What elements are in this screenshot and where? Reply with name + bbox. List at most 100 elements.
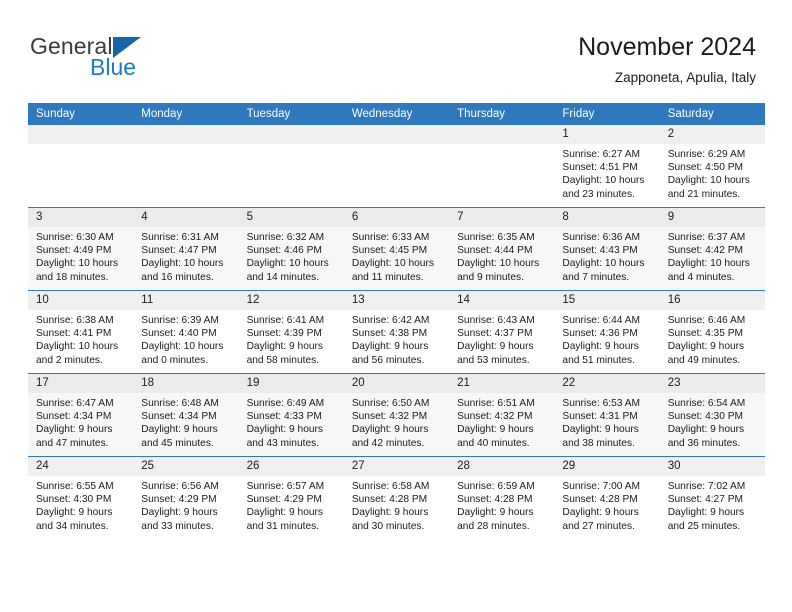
day-detail-line: Sunset: 4:41 PM (36, 328, 112, 340)
day-detail-line: Sunset: 4:39 PM (246, 328, 322, 340)
day-number: 29 (554, 457, 660, 476)
day-detail-line: and 51 minutes. (562, 354, 635, 366)
calendar-day-cell[interactable]: 26 Sunrise: 6:57 AM Sunset: 4:29 PM Dayligh… (238, 456, 344, 539)
day-details: Sunrise: 6:29 AM Sunset: 4:50 PM Daylight:… (660, 144, 765, 201)
calendar-day-cell[interactable]: 6 Sunrise: 6:33 AM Sunset: 4:45 PM Daylight… (343, 207, 450, 291)
calendar-day-cell[interactable]: 1 Sunrise: 6:27 AM Sunset: 4:51 PM Daylight… (554, 124, 660, 208)
weekday-header-friday: Friday (554, 103, 660, 125)
calendar-day-cell[interactable]: 16 Sunrise: 6:46 AM Sunset: 4:35 PM Dayligh… (659, 290, 765, 374)
day-detail-line: Daylight: 9 hours (562, 341, 639, 353)
day-detail-line: and 34 minutes. (36, 520, 109, 532)
day-detail-line: Sunset: 4:31 PM (562, 411, 638, 423)
day-detail-line: Daylight: 9 hours (351, 424, 429, 436)
brand-logo[interactable]: General Blue (30, 34, 210, 84)
calendar-day-cell[interactable]: 23 Sunrise: 6:54 AM Sunset: 4:30 PM Dayligh… (659, 373, 765, 457)
calendar-day-cell[interactable]: 7 Sunrise: 6:35 AM Sunset: 4:44 PM Daylight… (449, 207, 555, 291)
day-number (343, 125, 450, 144)
day-number: 11 (133, 291, 239, 310)
day-detail-line: and 47 minutes. (36, 437, 109, 449)
calendar-day-cell[interactable]: 11 Sunrise: 6:39 AM Sunset: 4:40 PM Dayligh… (133, 290, 239, 374)
day-detail-line: and 36 minutes. (667, 437, 741, 449)
day-detail-line: Sunset: 4:34 PM (36, 411, 112, 423)
day-detail-line: Sunrise: 6:47 AM (36, 398, 114, 409)
calendar-day-cell[interactable]: 4 Sunrise: 6:31 AM Sunset: 4:47 PM Daylight… (133, 207, 239, 291)
day-details: Sunrise: 6:43 AM Sunset: 4:37 PM Daylight:… (449, 310, 554, 367)
day-details: Sunrise: 6:50 AM Sunset: 4:32 PM Daylight:… (344, 393, 449, 450)
day-detail-line: Daylight: 10 hours (457, 258, 540, 270)
day-detail-line: Sunrise: 7:00 AM (562, 481, 640, 492)
calendar-day-cell[interactable]: 18 Sunrise: 6:48 AM Sunset: 4:34 PM Dayligh… (133, 373, 239, 457)
day-number (28, 125, 134, 144)
day-detail-line: Sunrise: 6:35 AM (457, 232, 535, 243)
calendar-day-cell[interactable]: 27 Sunrise: 6:58 AM Sunset: 4:28 PM Dayligh… (343, 456, 450, 539)
title-block: November 2024 Zapponeta, Apulia, Italy (578, 32, 756, 87)
day-detail-line: Sunset: 4:32 PM (351, 411, 428, 423)
day-number: 8 (554, 208, 660, 227)
day-detail-line: Daylight: 9 hours (141, 424, 218, 436)
day-number: 26 (238, 457, 344, 476)
day-detail-line: Daylight: 9 hours (457, 341, 534, 353)
calendar-day-cell[interactable]: 13 Sunrise: 6:42 AM Sunset: 4:38 PM Dayligh… (343, 290, 450, 374)
calendar-day-cell[interactable]: 8 Sunrise: 6:36 AM Sunset: 4:43 PM Daylight… (554, 207, 660, 291)
day-detail-line: Sunset: 4:42 PM (667, 245, 744, 257)
day-detail-line: Sunrise: 6:41 AM (246, 315, 325, 326)
calendar-day-cell[interactable]: 30 Sunrise: 7:02 AM Sunset: 4:27 PM Dayligh… (659, 456, 765, 539)
day-detail-line: Sunset: 4:34 PM (141, 411, 217, 423)
calendar-day-cell[interactable]: 20 Sunrise: 6:50 AM Sunset: 4:32 PM Dayligh… (343, 373, 450, 457)
day-number: 3 (28, 208, 134, 227)
calendar-day-cell[interactable]: 28 Sunrise: 6:59 AM Sunset: 4:28 PM Dayligh… (449, 456, 555, 539)
day-detail-line: Daylight: 9 hours (667, 424, 745, 436)
day-details: Sunrise: 6:55 AM Sunset: 4:30 PM Daylight:… (28, 476, 133, 533)
day-details: Sunrise: 6:51 AM Sunset: 4:32 PM Daylight:… (449, 393, 554, 450)
day-number: 9 (659, 208, 765, 227)
day-detail-line: Sunset: 4:49 PM (36, 245, 112, 257)
day-detail-line: Sunset: 4:51 PM (562, 162, 638, 174)
day-details: Sunrise: 7:02 AM Sunset: 4:27 PM Daylight:… (660, 476, 765, 533)
calendar-day-cell[interactable]: 17 Sunrise: 6:47 AM Sunset: 4:34 PM Dayligh… (28, 373, 134, 457)
day-detail-line: Sunrise: 6:57 AM (246, 481, 325, 492)
calendar-day-cell[interactable]: 5 Sunrise: 6:32 AM Sunset: 4:46 PM Daylight… (238, 207, 344, 291)
calendar-day-cell[interactable]: 9 Sunrise: 6:37 AM Sunset: 4:42 PM Daylight… (659, 207, 765, 291)
day-number: 13 (343, 291, 450, 310)
day-detail-line: and 30 minutes. (351, 520, 425, 532)
calendar-day-cell[interactable]: 2 Sunrise: 6:29 AM Sunset: 4:50 PM Daylight… (659, 124, 765, 208)
day-detail-line: Daylight: 10 hours (667, 258, 750, 270)
day-details: Sunrise: 6:54 AM Sunset: 4:30 PM Daylight:… (660, 393, 765, 450)
page-header: General Blue November 2024 Zapponeta, Ap… (0, 0, 792, 96)
calendar-day-cell[interactable]: 10 Sunrise: 6:38 AM Sunset: 4:41 PM Dayligh… (28, 290, 134, 374)
day-detail-line: Sunset: 4:30 PM (36, 494, 112, 506)
weekday-header-sunday: Sunday (28, 103, 134, 125)
day-detail-line: Sunset: 4:50 PM (667, 162, 744, 174)
calendar-day-cell[interactable]: 24 Sunrise: 6:55 AM Sunset: 4:30 PM Dayligh… (28, 456, 134, 539)
calendar-day-cell[interactable]: 29 Sunrise: 7:00 AM Sunset: 4:28 PM Dayligh… (554, 456, 660, 539)
day-number: 16 (659, 291, 765, 310)
day-detail-line: Sunset: 4:43 PM (562, 245, 638, 257)
calendar-day-cell[interactable]: 15 Sunrise: 6:44 AM Sunset: 4:36 PM Dayligh… (554, 290, 660, 374)
day-number (449, 125, 555, 144)
day-details (28, 144, 133, 148)
day-details (344, 144, 449, 148)
day-detail-line: and 11 minutes. (351, 271, 424, 283)
day-detail-line: Sunset: 4:44 PM (457, 245, 533, 257)
day-detail-line: and 23 minutes. (562, 188, 635, 200)
day-details: Sunrise: 6:27 AM Sunset: 4:51 PM Daylight:… (554, 144, 659, 201)
calendar-day-cell[interactable]: 25 Sunrise: 6:56 AM Sunset: 4:29 PM Dayligh… (133, 456, 239, 539)
calendar-empty-cell (238, 124, 344, 208)
calendar-day-cell[interactable]: 12 Sunrise: 6:41 AM Sunset: 4:39 PM Dayligh… (238, 290, 344, 374)
calendar-day-cell[interactable]: 19 Sunrise: 6:49 AM Sunset: 4:33 PM Dayligh… (238, 373, 344, 457)
day-number: 6 (343, 208, 450, 227)
day-detail-line: Sunset: 4:46 PM (246, 245, 322, 257)
calendar-day-cell[interactable]: 3 Sunrise: 6:30 AM Sunset: 4:49 PM Daylight… (28, 207, 134, 291)
day-details: Sunrise: 6:44 AM Sunset: 4:36 PM Daylight:… (554, 310, 659, 367)
day-detail-line: Daylight: 10 hours (36, 341, 119, 353)
page-title: November 2024 (578, 33, 756, 61)
calendar-day-cell[interactable]: 14 Sunrise: 6:43 AM Sunset: 4:37 PM Dayligh… (449, 290, 555, 374)
day-detail-line: Sunrise: 6:49 AM (246, 398, 325, 409)
day-detail-line: Sunset: 4:32 PM (457, 411, 533, 423)
day-detail-line: Daylight: 10 hours (667, 175, 750, 187)
day-detail-line: Daylight: 10 hours (141, 258, 224, 270)
day-detail-line: Daylight: 10 hours (36, 258, 119, 270)
calendar-day-cell[interactable]: 22 Sunrise: 6:53 AM Sunset: 4:31 PM Dayligh… (554, 373, 660, 457)
day-detail-line: Sunset: 4:38 PM (351, 328, 428, 340)
calendar-day-cell[interactable]: 21 Sunrise: 6:51 AM Sunset: 4:32 PM Dayligh… (449, 373, 555, 457)
